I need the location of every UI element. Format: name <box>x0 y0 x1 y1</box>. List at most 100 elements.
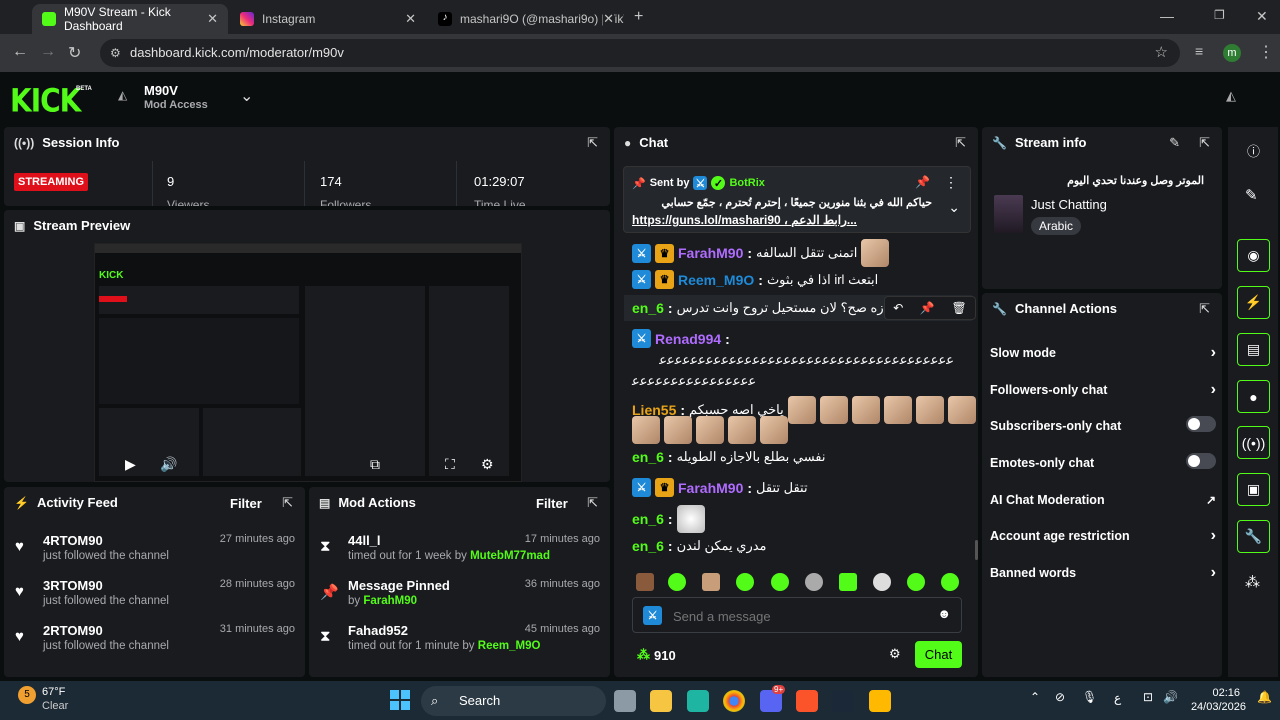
channel-points[interactable]: ⁂ 910 <box>637 647 676 663</box>
emote-icon[interactable] <box>907 573 925 591</box>
windows-start-icon[interactable] <box>390 690 410 710</box>
activity-widget-icon[interactable]: ⚡ <box>1237 286 1270 319</box>
chat-username[interactable]: Reem_M9O <box>678 272 754 288</box>
broadcast-widget-icon[interactable]: ((•)) <box>1237 426 1270 459</box>
channel-switcher-chevron-icon[interactable]: ⌄ <box>240 86 253 106</box>
back-icon[interactable]: ← <box>12 43 28 61</box>
mod-action-actor[interactable]: FarahM90 <box>363 595 417 607</box>
chrome-icon[interactable] <box>723 690 745 712</box>
preview-widget-icon[interactable]: ▣ <box>1237 473 1270 506</box>
followers-only-row[interactable]: Followers-only chat › <box>990 381 1216 399</box>
chat-scrollbar[interactable] <box>975 540 978 560</box>
weather-temp[interactable]: 67°F <box>42 686 65 698</box>
category-name[interactable]: Just Chatting <box>1031 197 1107 212</box>
clock-date[interactable]: 24/03/2026 <box>1188 701 1246 713</box>
browser-tab-kick[interactable]: M90V Stream - Kick Dashboard ✕ <box>32 4 228 34</box>
reload-icon[interactable]: ↻ <box>68 43 81 63</box>
expand-chevron-icon[interactable]: ⌄ <box>948 199 960 216</box>
activity-user[interactable]: 3RTOM90 <box>43 578 103 593</box>
edit-icon[interactable]: ✎ <box>1245 186 1258 204</box>
info-icon[interactable]: ⓘ <box>1247 141 1260 160</box>
emote-icon[interactable] <box>805 573 823 591</box>
app-icon[interactable] <box>687 690 709 712</box>
taskbar-search[interactable]: ⌕ Search <box>421 686 606 716</box>
chevron-right-icon[interactable]: › <box>1211 564 1216 582</box>
chat-username[interactable]: en_6 <box>632 511 664 527</box>
emote-icon[interactable] <box>702 573 720 591</box>
brave-icon[interactable] <box>796 690 818 712</box>
tray-app-icon[interactable]: ⊘ <box>1055 690 1065 704</box>
external-link-icon[interactable]: ↗ <box>1206 493 1216 507</box>
network-icon[interactable]: ⊡ <box>1143 690 1153 704</box>
profile-avatar[interactable]: m <box>1223 44 1241 62</box>
bookmark-star-icon[interactable]: ☆ <box>1155 39 1168 67</box>
chat-username[interactable]: en_6 <box>632 300 664 316</box>
mod-action-actor[interactable]: Reem_M9O <box>478 640 541 652</box>
edit-pencil-icon[interactable]: ✎ <box>1169 135 1180 151</box>
slow-mode-row[interactable]: Slow mode › <box>990 344 1216 361</box>
pinned-author[interactable]: BotRix <box>729 177 764 189</box>
address-bar[interactable]: ⚙ dashboard.kick.com/moderator/m90v ☆ <box>100 39 1180 67</box>
verified-emote-icon[interactable] <box>668 573 686 591</box>
filter-button[interactable]: Filter <box>230 496 262 511</box>
media-control-icon[interactable]: ≡ <box>1195 43 1203 59</box>
browser-tab-instagram[interactable]: Instagram ✕ <box>230 4 426 34</box>
site-info-icon[interactable]: ⚙ <box>110 39 121 67</box>
close-tab-icon[interactable]: ✕ <box>603 11 614 27</box>
steam-icon[interactable] <box>832 690 854 712</box>
task-view-icon[interactable] <box>614 690 636 712</box>
fullscreen-icon[interactable]: ⛶ <box>445 456 455 473</box>
volume-tray-icon[interactable]: 🔊 <box>1163 690 1178 704</box>
popout-icon[interactable]: ⇱ <box>587 135 598 151</box>
chat-message[interactable]: ⚔ Renad994: <box>632 329 730 348</box>
browser-menu-icon[interactable]: ⋮ <box>1258 42 1274 62</box>
tray-overflow-icon[interactable]: ⌃ <box>1030 690 1040 704</box>
mod-action-target[interactable]: Fahad952 <box>348 623 408 638</box>
user-avatar[interactable]: ◭ <box>1226 88 1236 104</box>
popout-icon[interactable]: ⇱ <box>1199 301 1210 317</box>
mod-action-actor[interactable]: MutebM77mad <box>470 550 550 562</box>
chat-input-wrapper[interactable]: ⚔ ☻ <box>632 597 962 633</box>
chat-username[interactable]: FarahM90 <box>678 480 743 496</box>
notifications-icon[interactable]: 🔔 <box>1257 690 1272 704</box>
new-tab-icon[interactable]: + <box>634 8 643 26</box>
ai-moderation-row[interactable]: AI Chat Moderation ↗ <box>990 493 1216 507</box>
popout-icon[interactable]: ⇱ <box>282 495 293 511</box>
play-icon[interactable]: ▶ <box>125 456 136 473</box>
chat-message[interactable]: en_6: بالاجازه صح؟ لان مستحيل تروح وانت ت… <box>632 300 911 316</box>
minimize-icon[interactable]: — <box>1160 8 1174 24</box>
smile-emote-icon[interactable] <box>771 573 789 591</box>
ghost-emote-icon[interactable] <box>736 573 754 591</box>
pinned-message[interactable]: 📌 Sent by ⚔ ✓ BotRix 📌 ⋮ حياكم الله في ب… <box>623 166 971 233</box>
banned-words-row[interactable]: Banned words › <box>990 564 1216 582</box>
pip-icon[interactable]: ⧉ <box>370 456 380 473</box>
chat-message[interactable]: ⚔ ♛ FarahM90: اتمنى تتقل السالفه <box>632 239 890 267</box>
file-explorer-icon[interactable] <box>650 690 672 712</box>
popout-icon[interactable]: ⇱ <box>955 135 966 151</box>
microphone-icon[interactable]: 🎙 <box>1082 690 1097 704</box>
popout-icon[interactable]: ⇱ <box>1199 135 1210 151</box>
restore-icon[interactable]: ❐ <box>1214 8 1225 22</box>
wrench-widget-icon[interactable]: 🔧 <box>1237 520 1270 553</box>
chevron-right-icon[interactable]: › <box>1211 381 1216 399</box>
chat-message[interactable]: en_6: نفسي بطلع بالاجازه الطويله <box>632 449 825 465</box>
chat-username[interactable]: en_6 <box>632 449 664 465</box>
pin-message-icon[interactable]: 📌 <box>920 301 935 315</box>
chat-message[interactable]: ⚔ ♛ FarahM90: تتقل تتقل <box>632 478 808 497</box>
angry-emote-icon[interactable] <box>839 573 857 591</box>
chat-settings-gear-icon[interactable]: ⚙ <box>889 646 901 662</box>
chat-username[interactable]: FarahM90 <box>678 245 743 261</box>
forward-icon[interactable]: → <box>40 43 56 61</box>
emotes-only-row[interactable]: Emotes-only chat <box>990 453 1216 470</box>
send-chat-button[interactable]: Chat <box>915 641 962 668</box>
language-tag[interactable]: Arabic <box>1031 217 1082 235</box>
subscribers-only-row[interactable]: Subscribers-only chat <box>990 416 1216 433</box>
unpin-icon[interactable]: 📌 <box>915 175 930 189</box>
settings-gear-icon[interactable]: ⚙ <box>481 456 494 473</box>
community-icon[interactable]: ⁂ <box>1245 573 1260 591</box>
emote-icon[interactable] <box>941 573 959 591</box>
chat-message[interactable]: en_6: <box>632 505 705 533</box>
more-options-icon[interactable]: ⋮ <box>944 174 958 191</box>
close-tab-icon[interactable]: ✕ <box>207 11 218 27</box>
app-icon[interactable] <box>869 690 891 712</box>
